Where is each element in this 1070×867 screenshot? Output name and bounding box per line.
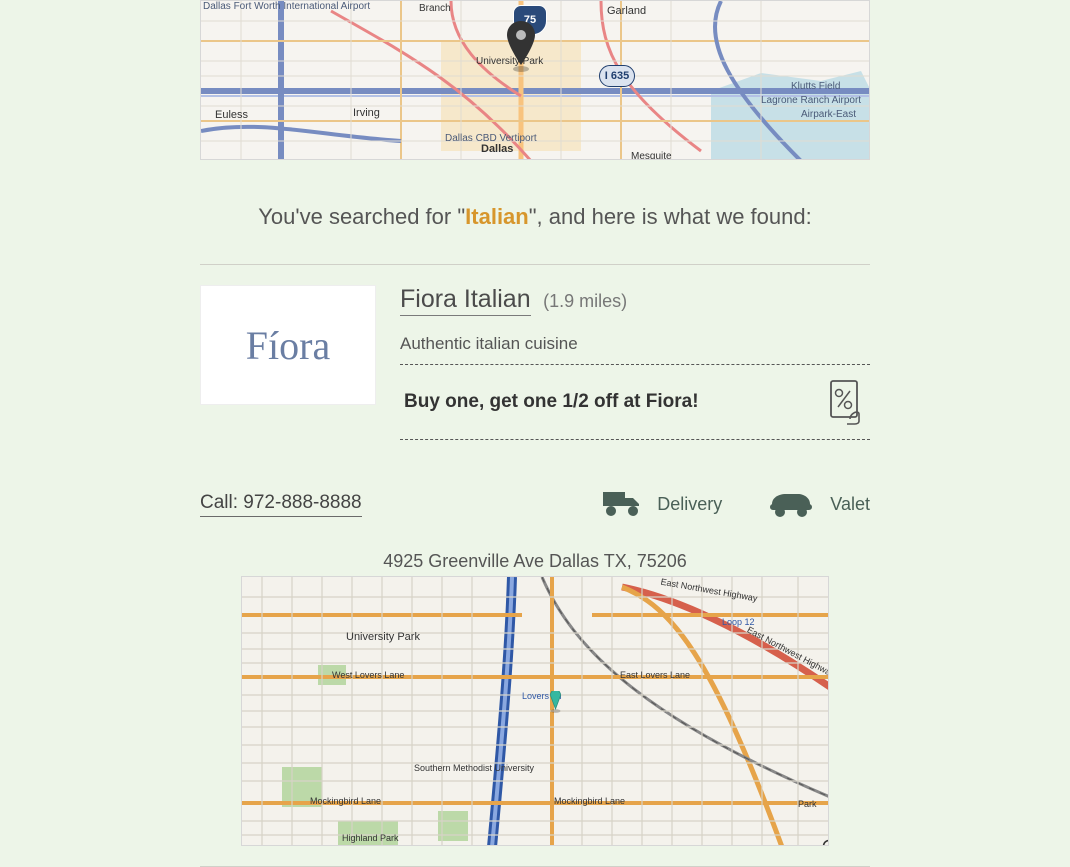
offer-box[interactable]: Buy one, get one 1/2 off at Fiora!	[400, 364, 870, 440]
shield-i635: I 635	[599, 65, 635, 87]
map-label-vertiport: Dallas CBD Vertiport	[445, 133, 537, 144]
search-result-heading: You've searched for "Italian", and here …	[200, 204, 870, 230]
coupon-icon	[828, 379, 864, 425]
restaurant-distance: (1.9 miles)	[543, 291, 627, 311]
location-pin-icon	[548, 691, 563, 713]
feature-valet: Valet	[766, 486, 870, 523]
loc-label-highland: Highland Park	[342, 833, 399, 843]
map-label-branch: Branch	[419, 3, 451, 14]
map-label-dallas: Dallas	[481, 143, 513, 155]
truck-icon	[601, 486, 643, 523]
loc-label-mockingbird-e: Mockingbird Lane	[554, 796, 625, 806]
loc-label-park: Park	[798, 799, 817, 809]
loc-label-mockingbird-w: Mockingbird Lane	[310, 796, 381, 806]
feature-valet-label: Valet	[830, 494, 870, 515]
restaurant-address: 4925 Greenville Ave Dallas TX, 75206	[200, 551, 870, 572]
car-icon	[766, 486, 816, 523]
feature-delivery-label: Delivery	[657, 494, 722, 515]
search-prefix: You've searched for "	[258, 204, 465, 229]
map-label-mesquite: Mesquite	[631, 151, 672, 160]
loc-label-smu: Southern Methodist University	[414, 763, 478, 773]
restaurant-logo[interactable]: Fíora	[200, 285, 376, 405]
map-label-irving: Irving	[353, 107, 380, 119]
offer-text: Buy one, get one 1/2 off at Fiora!	[404, 391, 699, 413]
map-label-airpark: Airpark-East	[801, 109, 856, 120]
map-label-euless: Euless	[215, 109, 248, 121]
map-label-lagrone: Lagrone Ranch Airport	[761, 95, 861, 106]
result-listing: Fíora Fiora Italian (1.9 miles) Authenti…	[200, 265, 870, 854]
map-label-dfw: Dallas Fort Worth International Airport	[203, 1, 370, 12]
restaurant-tagline: Authentic italian cuisine	[400, 334, 870, 354]
location-map[interactable]: University Park West Lovers Lane East Lo…	[241, 576, 829, 846]
feature-delivery: Delivery	[601, 486, 722, 523]
map-label-garland: Garland	[607, 5, 646, 17]
search-suffix: ", and here is what we found:	[529, 204, 812, 229]
overview-map[interactable]: Dallas Irving Garland Branch Euless Univ…	[200, 0, 870, 160]
restaurant-name-link[interactable]: Fiora Italian	[400, 285, 531, 316]
loc-label-lovers-w: West Lovers Lane	[332, 670, 404, 680]
search-term: Italian	[465, 204, 529, 229]
map-label-klutts: Klutts Field	[791, 81, 840, 92]
loc-label-lovers-e: East Lovers Lane	[620, 670, 690, 680]
loc-label-univ-park: University Park	[346, 631, 420, 643]
call-link[interactable]: Call: 972-888-8888	[200, 492, 362, 517]
